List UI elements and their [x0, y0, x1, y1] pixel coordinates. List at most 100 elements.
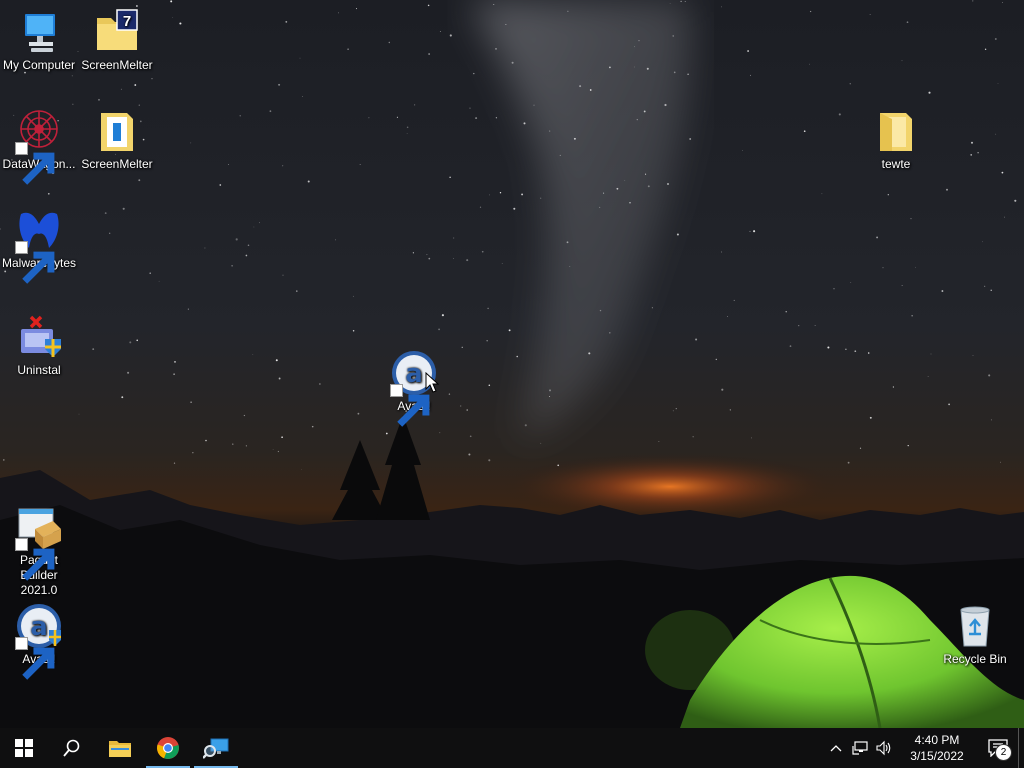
star: [749, 230, 751, 232]
start-button[interactable]: [0, 728, 48, 768]
star: [603, 192, 605, 194]
taskbar-chrome[interactable]: [144, 728, 192, 768]
star: [747, 50, 750, 52]
star: [427, 4, 430, 7]
star: [803, 130, 806, 133]
star: [540, 197, 542, 199]
star: [92, 348, 95, 350]
desktop-icon-datawagon[interactable]: DataWagon...: [1, 107, 77, 185]
star: [335, 239, 337, 241]
show-desktop-button[interactable]: [1018, 728, 1024, 768]
star: [245, 445, 247, 447]
clock-time: 4:40 PM: [914, 733, 960, 747]
star: [741, 150, 743, 151]
star: [915, 266, 916, 268]
desktop-icon-paquet-builder[interactable]: Paquet Builder 2021.0: [1, 503, 77, 598]
desktop-icon-malwarebytes[interactable]: Malwarebytes: [1, 206, 77, 284]
star: [406, 126, 409, 129]
computer-icon: [15, 8, 63, 56]
avast-icon: a: [15, 602, 63, 680]
star: [970, 154, 973, 156]
action-center-button[interactable]: 2: [978, 728, 1018, 768]
star: [127, 371, 130, 374]
star: [616, 187, 619, 190]
star: [984, 285, 986, 287]
star: [282, 274, 284, 276]
star: [675, 408, 677, 410]
star: [285, 20, 288, 23]
star: [638, 39, 640, 42]
star: [609, 332, 611, 334]
desktop-icon-recycle-bin[interactable]: Recycle Bin: [937, 602, 1013, 667]
taskbar-network-search[interactable]: [192, 728, 240, 768]
star: [406, 133, 408, 134]
star: [664, 103, 667, 107]
star: [170, 0, 173, 3]
desktop-icon-screenmelter-folder[interactable]: 7 ScreenMelter: [79, 8, 155, 73]
star: [609, 66, 611, 69]
star: [438, 328, 441, 331]
volume-icon: [876, 740, 891, 756]
icon-label: ScreenMelter: [81, 58, 153, 72]
shortcut-arrow-icon: [15, 142, 55, 185]
desktop-icon-avast-center[interactable]: a Avast!: [376, 349, 452, 427]
star: [669, 3, 671, 4]
desktop-icon-tewte[interactable]: tewte: [858, 107, 934, 172]
star: [599, 309, 602, 312]
star: [867, 352, 870, 354]
star: [634, 66, 635, 68]
star: [729, 409, 731, 411]
star: [727, 316, 728, 318]
star: [493, 3, 495, 5]
star: [352, 330, 355, 332]
star: [172, 17, 174, 18]
desktop-icon-uninstal[interactable]: Uninstal: [1, 313, 77, 378]
star: [190, 142, 192, 144]
taskbar: 4:40 PM 3/15/2022 2: [0, 728, 1024, 768]
star: [970, 141, 974, 144]
star: [505, 23, 507, 26]
star: [636, 118, 638, 121]
star: [259, 222, 260, 224]
desktop-icon-my-computer[interactable]: My Computer: [1, 8, 77, 73]
volume-button[interactable]: [872, 728, 896, 768]
star: [643, 110, 646, 113]
star: [278, 83, 281, 86]
star: [473, 72, 475, 75]
star: [275, 359, 278, 362]
taskbar-file-explorer[interactable]: [96, 728, 144, 768]
star: [907, 444, 909, 447]
star: [901, 285, 903, 287]
show-hidden-icons-button[interactable]: [824, 728, 848, 768]
desktop-icon-screenmelter[interactable]: ScreenMelter: [79, 107, 155, 172]
star: [511, 61, 514, 64]
star: [449, 34, 452, 37]
datawagon-icon: [15, 107, 63, 185]
star: [651, 307, 653, 309]
star: [789, 345, 792, 347]
star: [359, 164, 361, 165]
star: [988, 374, 991, 377]
star: [136, 5, 138, 7]
search-button[interactable]: [48, 728, 96, 768]
star: [994, 38, 997, 40]
chevron-up-icon: [830, 745, 842, 752]
star: [821, 193, 823, 195]
star: [667, 183, 669, 185]
star: [692, 436, 694, 438]
star: [98, 98, 100, 101]
star: [190, 401, 192, 403]
star: [277, 450, 280, 453]
desktop-icon-avast[interactable]: a Avast!: [1, 602, 77, 680]
star: [319, 383, 321, 385]
star: [347, 48, 349, 51]
network-status-button[interactable]: [848, 728, 872, 768]
star: [138, 104, 140, 106]
star: [838, 113, 841, 116]
icon-label: Uninstal: [17, 363, 61, 377]
network-icon: [852, 741, 868, 755]
clock[interactable]: 4:40 PM 3/15/2022: [896, 732, 978, 764]
star: [1001, 171, 1004, 174]
folder-doc-icon: [93, 107, 141, 155]
star: [892, 386, 895, 388]
